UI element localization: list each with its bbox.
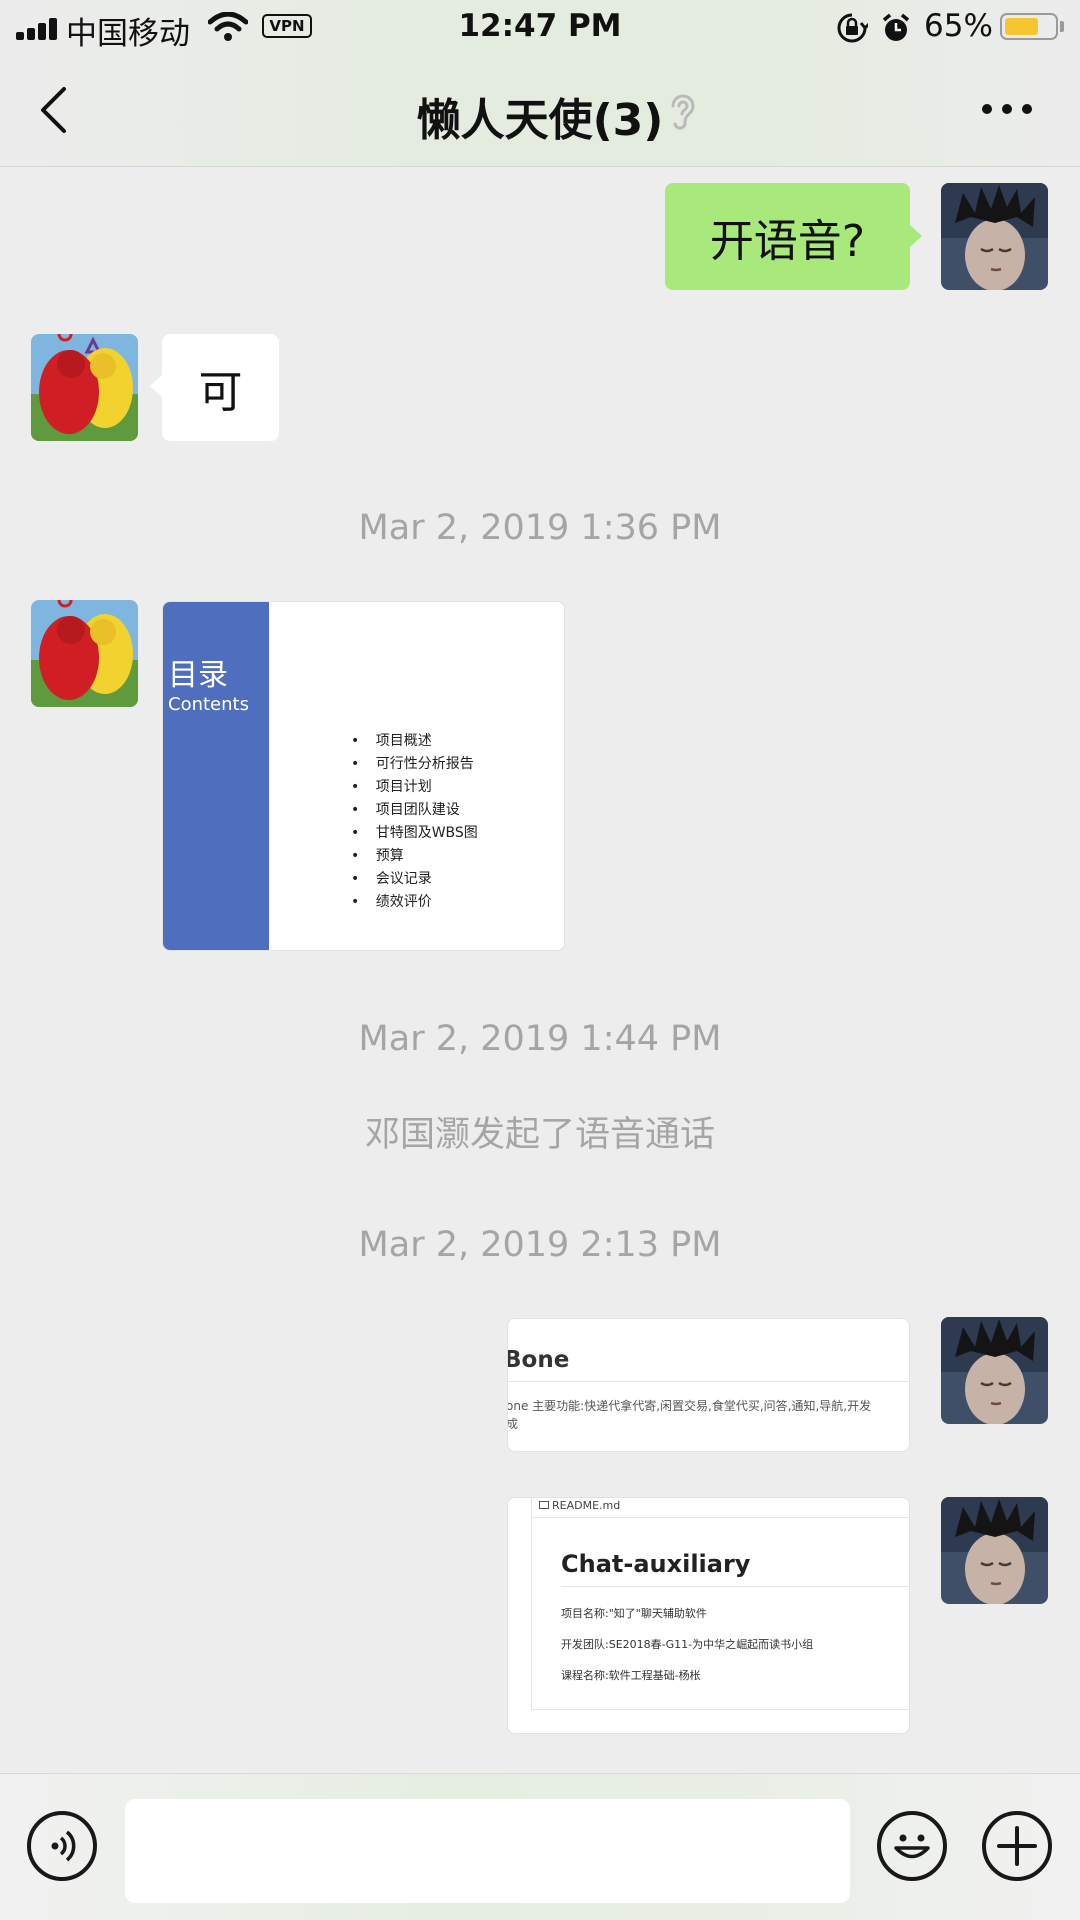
slide-image-message[interactable]: 目录 Contents • 项目概述 • 可行性分析报告 • 项目计划 • 项目… — [162, 601, 565, 951]
emoji-icon[interactable] — [877, 1811, 947, 1881]
voice-waves-icon — [51, 1830, 76, 1862]
list-item: • 甘特图及WBS图 — [351, 825, 478, 841]
slide-title: 目录 — [168, 658, 228, 693]
readme-row: 项目名称:"知了"聊天辅助软件 — [561, 1607, 707, 1620]
sent-message-bubble[interactable]: 开语音? — [665, 183, 910, 290]
smiley-face-icon — [894, 1834, 930, 1859]
status-bar: 中国移动 VPN 12:47 PM 65% — [0, 0, 1080, 54]
timestamp: Mar 2, 2019 2:13 PM — [358, 1225, 722, 1265]
screenshot-image-message[interactable]: Bone one 主要功能:快递代拿代寄,闲置交易,食堂代买,问答,通知,导航,… — [507, 1318, 910, 1452]
received-message-bubble[interactable]: 可 — [162, 334, 279, 441]
slide-subtitle: Contents — [168, 694, 249, 715]
list-item: • 绩效评价 — [351, 894, 432, 910]
plus-icon[interactable] — [982, 1811, 1052, 1881]
ear-icon — [671, 94, 695, 130]
screenshot-image-message[interactable]: README.md Chat-auxiliary 项目名称:"知了"聊天辅助软件… — [507, 1497, 910, 1734]
card-heading: Bone — [507, 1347, 570, 1373]
list-item: • 项目概述 — [351, 733, 432, 749]
avatar-image — [941, 1497, 1048, 1604]
timestamp: Mar 2, 2019 1:44 PM — [358, 1019, 722, 1059]
list-item: • 会议记录 — [351, 871, 432, 887]
message-input[interactable] — [125, 1799, 850, 1903]
slide-contents-list: • 项目概述 • 可行性分析报告 • 项目计划 • 项目团队建设 • 甘特图及W… — [351, 730, 478, 914]
readme-row: 开发团队:SE2018春-G11-为中华之崛起而读书小组 — [561, 1638, 814, 1651]
my-avatar[interactable] — [941, 183, 1048, 290]
voice-icon[interactable] — [27, 1811, 97, 1881]
my-avatar[interactable] — [941, 1497, 1048, 1604]
bubble-tail — [150, 375, 162, 397]
file-icon — [539, 1501, 549, 1509]
input-bar — [0, 1773, 1080, 1920]
list-item: • 项目计划 — [351, 779, 432, 795]
message-text: 可 — [198, 366, 243, 418]
battery-icon — [1000, 13, 1058, 40]
more-dots-icon[interactable] — [982, 104, 1032, 114]
alarm-clock-icon — [882, 13, 910, 41]
system-message: 邓国灏发起了语音通话 — [364, 1115, 715, 1155]
message-text: 开语音? — [709, 215, 866, 267]
sender-avatar[interactable] — [31, 334, 138, 441]
my-avatar[interactable] — [941, 1317, 1048, 1424]
sender-avatar[interactable] — [31, 600, 138, 707]
list-item: • 预算 — [351, 848, 404, 864]
card-text: one 主要功能:快递代拿代寄,闲置交易,食堂代买,问答,通知,导航,开发 — [507, 1399, 872, 1413]
plus-sign-icon — [997, 1826, 1037, 1866]
rotation-lock-icon — [837, 13, 868, 43]
readme-filename-bar: README.md — [531, 1498, 909, 1518]
avatar-image — [31, 600, 138, 707]
battery-percentage: 65% — [924, 8, 993, 44]
top-bar: 中国移动 VPN 12:47 PM 65% 懒人天使(3) — [0, 0, 1080, 167]
status-time: 12:47 PM — [458, 8, 622, 44]
list-item: • 可行性分析报告 — [351, 756, 474, 772]
readme-row: 课程名称:软件工程基础-杨枨 — [561, 1669, 701, 1682]
list-item: • 项目团队建设 — [351, 802, 460, 818]
readme-divider — [561, 1586, 909, 1587]
card-text-line2: 成 — [507, 1417, 519, 1431]
readme-heading: Chat-auxiliary — [561, 1550, 751, 1578]
card-divider — [508, 1381, 909, 1382]
battery-tip — [1060, 21, 1064, 32]
timestamp: Mar 2, 2019 1:36 PM — [358, 508, 722, 548]
avatar-image — [941, 183, 1048, 290]
avatar-image — [941, 1317, 1048, 1424]
readme-filename: README.md — [552, 1499, 621, 1512]
avatar-image — [31, 334, 138, 441]
bubble-tail — [910, 225, 922, 247]
chat-title: 懒人天使(3) — [416, 95, 664, 146]
